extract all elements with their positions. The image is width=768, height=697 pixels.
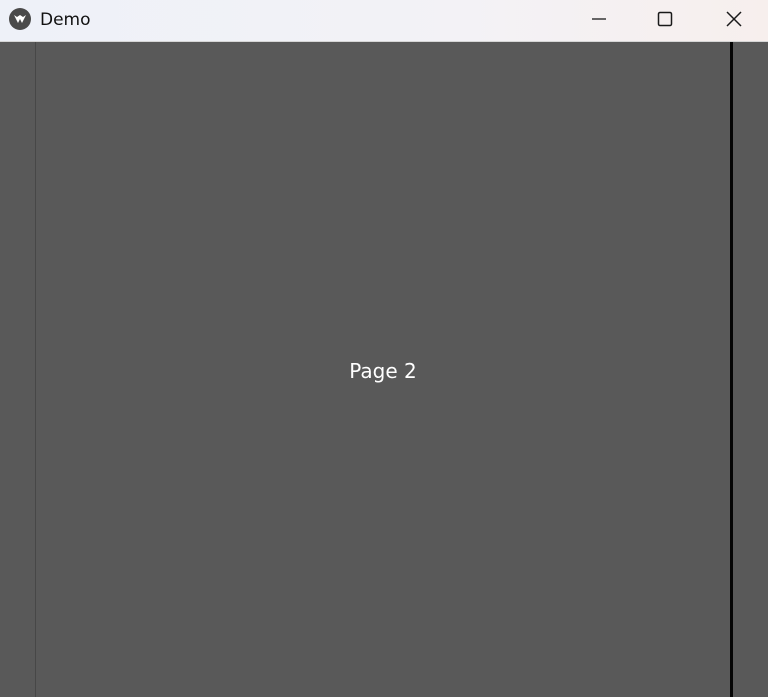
app-logo-icon [9, 8, 31, 30]
page-label: Page 2 [349, 359, 417, 383]
minimize-button[interactable] [566, 0, 632, 41]
page-content: Page 2 [0, 42, 768, 697]
right-divider [730, 42, 733, 697]
close-icon [725, 10, 743, 32]
window-title: Demo [40, 10, 91, 30]
minimize-icon [591, 11, 607, 31]
close-button[interactable] [701, 0, 767, 41]
maximize-icon [657, 11, 673, 31]
maximize-button[interactable] [632, 0, 698, 41]
app-window: Demo Page 2 [0, 0, 768, 697]
title-bar[interactable]: Demo [0, 0, 768, 42]
